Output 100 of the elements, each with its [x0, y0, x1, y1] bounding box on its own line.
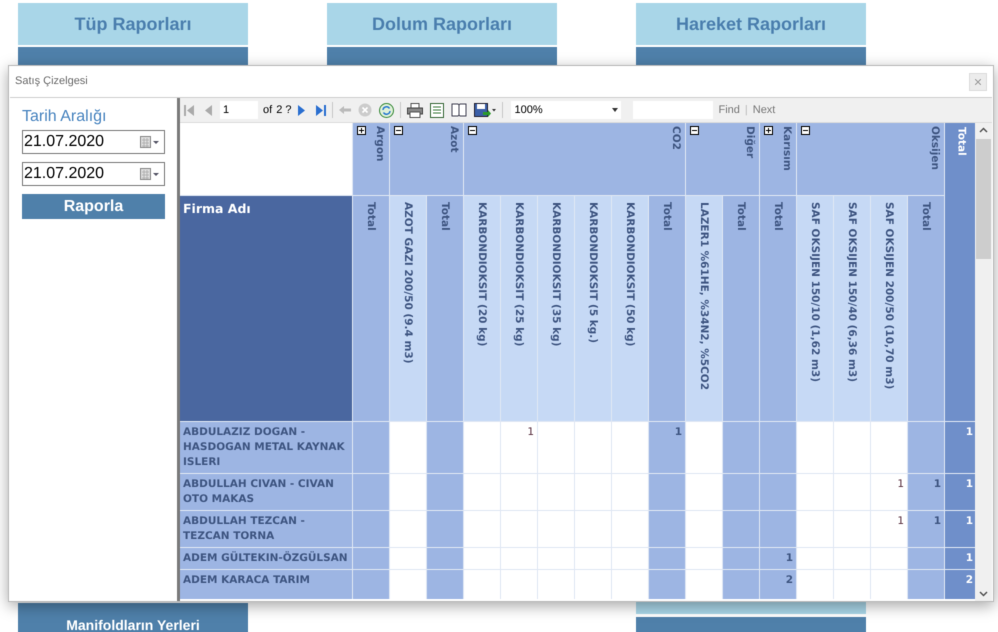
table-cell: 1	[501, 422, 537, 473]
column-header: SAF OKSIJEN 200/50 (10,70 m3)	[871, 196, 907, 421]
filter-label: Tarih Aralığı	[22, 107, 108, 127]
date-field[interactable]: 21.07.2020	[22, 130, 165, 154]
column-header: KARBONDIOKSIT (5 kg.)	[575, 196, 611, 421]
total-cell: 1	[945, 422, 975, 473]
dropdown-arrow-icon	[612, 108, 618, 112]
find-link[interactable]: Find	[718, 102, 740, 118]
row-name-cell: ADEM GÜLTEKIN-ÖZGÜLSAN	[180, 548, 352, 569]
expand-icon[interactable]	[764, 126, 773, 135]
collapse-icon[interactable]	[801, 126, 810, 135]
table-cell	[908, 570, 944, 599]
table-cell	[760, 511, 796, 547]
column-group-header[interactable]: CO2	[464, 123, 685, 195]
group-label: Karısım	[781, 126, 793, 171]
table-cell	[797, 422, 833, 473]
calendar-icon[interactable]	[140, 136, 160, 148]
menu-header[interactable]: Tüp Raporları	[18, 3, 248, 45]
table-cell	[464, 422, 500, 473]
table-cell	[353, 511, 389, 547]
row-name-cell: ABDULAZIZ DOGAN - HASDOGAN METAL KAYNAK ISLERI	[180, 422, 352, 473]
refresh-icon[interactable]	[379, 102, 394, 118]
table-cell	[908, 548, 944, 569]
column-group-header[interactable]: Oksijen	[797, 123, 944, 195]
scroll-thumb[interactable]	[976, 139, 991, 259]
group-label: Diğer	[744, 126, 756, 158]
column-group-header[interactable]: Azot	[390, 123, 463, 195]
table-cell	[834, 511, 870, 547]
row-name-cell: ABDULLAH CIVAN - CIVAN OTO MAKAS	[180, 474, 352, 510]
table-cell	[575, 422, 611, 473]
table-cell	[723, 548, 759, 569]
table-cell	[834, 422, 870, 473]
table-cell	[760, 474, 796, 510]
table-cell	[686, 422, 722, 473]
column-header: LAZER1 %61HE, %34N2, %5CO2	[686, 196, 722, 421]
table-cell	[723, 422, 759, 473]
column-header: AZOT GAZI 200/50 (9.4 m3)	[390, 196, 426, 421]
save-icon[interactable]	[474, 102, 496, 118]
column-header: Total	[908, 196, 944, 421]
table-cell	[871, 422, 907, 473]
scroll-down-icon[interactable]	[979, 591, 988, 597]
table-cell	[464, 474, 500, 510]
scroll-up-icon[interactable]	[979, 127, 988, 133]
collapse-icon[interactable]	[394, 126, 403, 135]
table-cell	[538, 548, 574, 569]
collapse-icon[interactable]	[690, 126, 699, 135]
column-header: KARBONDIOKSIT (35 kg)	[538, 196, 574, 421]
table-cell	[538, 422, 574, 473]
total-cell: 2	[945, 570, 975, 599]
last-page-icon[interactable]	[316, 104, 326, 116]
table-cell: 1	[871, 511, 907, 547]
column-group-header[interactable]: Karısım	[760, 123, 796, 195]
table-cell	[464, 511, 500, 547]
table-cell	[686, 548, 722, 569]
expand-icon[interactable]	[357, 126, 366, 135]
menu-header[interactable]: Dolum Raporları	[327, 3, 557, 45]
table-cell	[649, 474, 685, 510]
table-cell	[649, 548, 685, 569]
table-cell	[871, 548, 907, 569]
table-cell	[723, 511, 759, 547]
calendar-icon[interactable]	[140, 168, 160, 180]
page-count: 2 ?	[276, 102, 292, 118]
table-cell	[464, 548, 500, 569]
page-layout-icon[interactable]	[430, 102, 444, 118]
column-header: Total	[353, 196, 389, 421]
table-cell	[427, 548, 463, 569]
report-button[interactable]: Raporla	[22, 194, 165, 219]
total-cell: 1	[945, 474, 975, 510]
table-cell	[686, 474, 722, 510]
date-field[interactable]: 21.07.2020	[22, 162, 165, 186]
column-header: Total	[760, 196, 796, 421]
table-cell: 1	[908, 474, 944, 510]
table-cell	[501, 511, 537, 547]
column-header: KARBONDIOKSIT (25 kg)	[501, 196, 537, 421]
table-cell	[353, 548, 389, 569]
group-label: CO2	[670, 126, 682, 150]
table-cell	[760, 422, 796, 473]
column-header: Total	[427, 196, 463, 421]
printer-icon[interactable]	[407, 102, 424, 118]
table-cell	[353, 474, 389, 510]
collapse-icon[interactable]	[468, 126, 477, 135]
menu-header[interactable]: Hareket Raporları	[636, 3, 866, 45]
table-cell	[427, 422, 463, 473]
column-group-header[interactable]: Argon	[353, 123, 389, 195]
table-cell	[390, 422, 426, 473]
page-field[interactable]: 1	[220, 101, 258, 119]
menu-item[interactable]: Manifoldların Yerleri	[18, 603, 248, 632]
column-group-header[interactable]: Diğer	[686, 123, 759, 195]
row-name-cell: ABDULLAH TEZCAN - TEZCAN TORNA	[180, 511, 352, 547]
zoom-dropdown[interactable]: 100%	[511, 101, 622, 119]
table-cell	[575, 511, 611, 547]
book-icon[interactable]	[451, 103, 468, 117]
table-cell	[612, 511, 648, 547]
next-page-icon[interactable]	[298, 104, 306, 116]
scrollbar[interactable]	[975, 123, 992, 601]
next-link[interactable]: Next	[752, 102, 776, 118]
table-cell	[575, 474, 611, 510]
table-cell	[575, 548, 611, 569]
grand-total-header: Total	[945, 123, 975, 421]
table-cell	[797, 511, 833, 547]
